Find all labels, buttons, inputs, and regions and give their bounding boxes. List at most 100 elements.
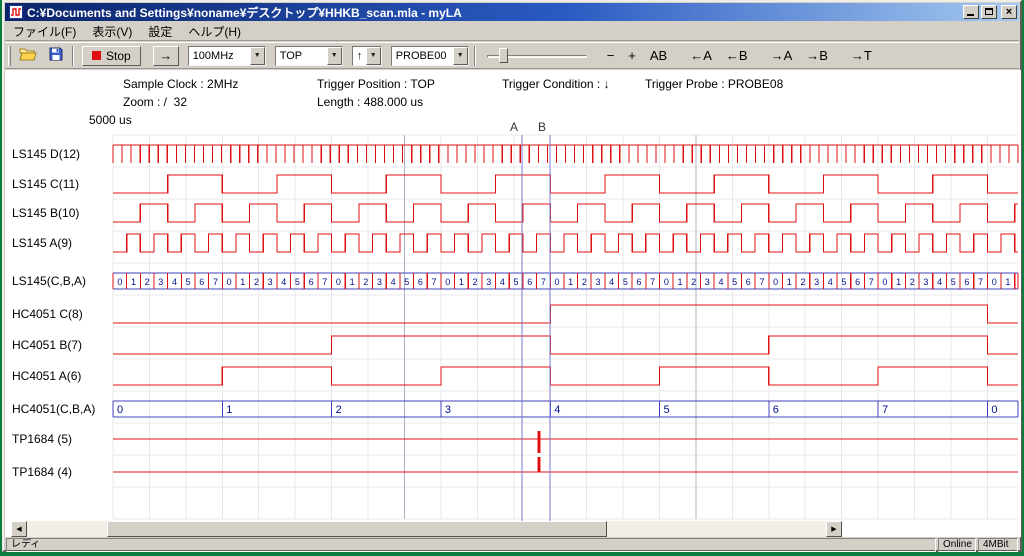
chevron-down-icon[interactable]: ▼: [366, 47, 381, 65]
svg-text:5: 5: [664, 404, 670, 416]
svg-text:1: 1: [677, 277, 682, 287]
svg-text:5: 5: [951, 277, 956, 287]
svg-text:6: 6: [636, 277, 641, 287]
scroll-left-icon[interactable]: ◀: [11, 521, 27, 537]
trigger-position-value: TOP: [276, 47, 327, 65]
svg-text:6: 6: [855, 277, 860, 287]
svg-text:7: 7: [869, 277, 874, 287]
svg-text:2: 2: [336, 404, 342, 416]
chevron-down-icon[interactable]: ▼: [250, 47, 265, 65]
svg-text:3: 3: [814, 277, 819, 287]
svg-text:6: 6: [773, 404, 779, 416]
svg-text:1: 1: [240, 277, 245, 287]
svg-text:3: 3: [705, 277, 710, 287]
svg-text:7: 7: [978, 277, 983, 287]
svg-text:1: 1: [226, 404, 232, 416]
trigger-edge-value: ↑: [353, 47, 366, 65]
floppy-icon: [49, 47, 63, 61]
maximize-button[interactable]: [981, 5, 997, 19]
svg-text:4: 4: [937, 277, 942, 287]
waveform-hc4051-c: [113, 305, 1018, 323]
toolbar-grip: [8, 46, 11, 66]
save-button[interactable]: [45, 45, 67, 67]
waveform-tp1684-4: [113, 457, 1018, 472]
svg-text:5: 5: [841, 277, 846, 287]
svg-text:2: 2: [254, 277, 259, 287]
zoom-in-button[interactable]: +: [623, 45, 641, 66]
trigger-position-combo[interactable]: TOP ▼: [275, 46, 343, 66]
svg-text:1: 1: [131, 277, 136, 287]
scrollbar-thumb[interactable]: [107, 521, 607, 537]
svg-text:0: 0: [445, 277, 450, 287]
svg-text:6: 6: [418, 277, 423, 287]
menu-settings[interactable]: 設定: [140, 21, 180, 42]
menu-view[interactable]: 表示(V): [84, 21, 140, 42]
close-button[interactable]: ×: [1001, 5, 1017, 19]
waveform-ls145-c: [113, 175, 1018, 193]
svg-text:2: 2: [473, 277, 478, 287]
run-button[interactable]: →: [153, 46, 179, 66]
goto-marker-b-button[interactable]: ←B: [721, 45, 753, 66]
ab-button[interactable]: AB: [645, 45, 672, 66]
svg-text:0: 0: [664, 277, 669, 287]
waveform-ls145-a: [113, 234, 1018, 252]
svg-text:5: 5: [732, 277, 737, 287]
toolbar: Stop → 100MHz ▼ TOP ▼ ↑ ▼ PROBE00 ▼ − + …: [5, 42, 1019, 69]
svg-text:0: 0: [992, 277, 997, 287]
svg-text:B: B: [538, 120, 546, 134]
cursor-markers[interactable]: AB: [510, 120, 550, 522]
status-ready: レディ: [6, 538, 936, 552]
goto-marker-a-button[interactable]: ←A: [685, 45, 717, 66]
svg-text:0: 0: [555, 277, 560, 287]
waveform-ls145-bus: 0123456701234567012345670123456701234567…: [113, 273, 1018, 289]
move-marker-b-button[interactable]: →B: [801, 45, 833, 66]
open-file-button[interactable]: [15, 45, 41, 67]
zoom-slider[interactable]: [485, 45, 589, 67]
svg-text:4: 4: [718, 277, 723, 287]
svg-text:3: 3: [158, 277, 163, 287]
chevron-down-icon[interactable]: ▼: [453, 47, 468, 65]
svg-text:A: A: [510, 120, 518, 134]
svg-text:3: 3: [445, 404, 451, 416]
svg-text:6: 6: [527, 277, 532, 287]
trigger-probe-combo[interactable]: PROBE00 ▼: [391, 46, 469, 66]
svg-text:7: 7: [541, 277, 546, 287]
waveform-ls145-b: [113, 204, 1018, 222]
svg-text:5: 5: [404, 277, 409, 287]
svg-text:1: 1: [459, 277, 464, 287]
svg-text:0: 0: [117, 404, 123, 416]
svg-text:4: 4: [828, 277, 833, 287]
svg-text:3: 3: [268, 277, 273, 287]
svg-text:4: 4: [172, 277, 177, 287]
svg-text:0: 0: [991, 404, 997, 416]
scroll-right-icon[interactable]: ▶: [826, 521, 842, 537]
svg-text:5: 5: [623, 277, 628, 287]
horizontal-scrollbar[interactable]: ◀ ▶: [11, 521, 842, 537]
svg-text:2: 2: [910, 277, 915, 287]
zoom-out-button[interactable]: −: [602, 45, 620, 66]
titlebar[interactable]: C:¥Documents and Settings¥noname¥デスクトップ¥…: [5, 3, 1019, 21]
stop-button[interactable]: Stop: [82, 46, 141, 66]
svg-text:4: 4: [391, 277, 396, 287]
svg-text:4: 4: [281, 277, 286, 287]
svg-text:2: 2: [145, 277, 150, 287]
move-marker-a-button[interactable]: →A: [766, 45, 798, 66]
trigger-edge-combo[interactable]: ↑ ▼: [352, 46, 382, 66]
chevron-down-icon[interactable]: ▼: [327, 47, 342, 65]
svg-text:2: 2: [582, 277, 587, 287]
open-folder-icon: [19, 47, 37, 61]
status-memory: 4MBit: [978, 538, 1018, 552]
svg-text:5: 5: [295, 277, 300, 287]
svg-text:3: 3: [377, 277, 382, 287]
minimize-button[interactable]: [963, 5, 979, 19]
slider-thumb[interactable]: [499, 48, 508, 63]
sample-clock-combo[interactable]: 100MHz ▼: [188, 46, 266, 66]
svg-text:4: 4: [554, 404, 560, 416]
waveform-plot[interactable]: 0123456701234567012345670123456701234567…: [5, 70, 1021, 537]
menu-file[interactable]: ファイル(F): [5, 21, 84, 42]
svg-text:2: 2: [691, 277, 696, 287]
goto-trigger-button[interactable]: →T: [846, 45, 877, 66]
svg-text:6: 6: [199, 277, 204, 287]
statusbar: レディ Online 4MBit: [6, 538, 1018, 552]
menu-help[interactable]: ヘルプ(H): [180, 21, 249, 42]
